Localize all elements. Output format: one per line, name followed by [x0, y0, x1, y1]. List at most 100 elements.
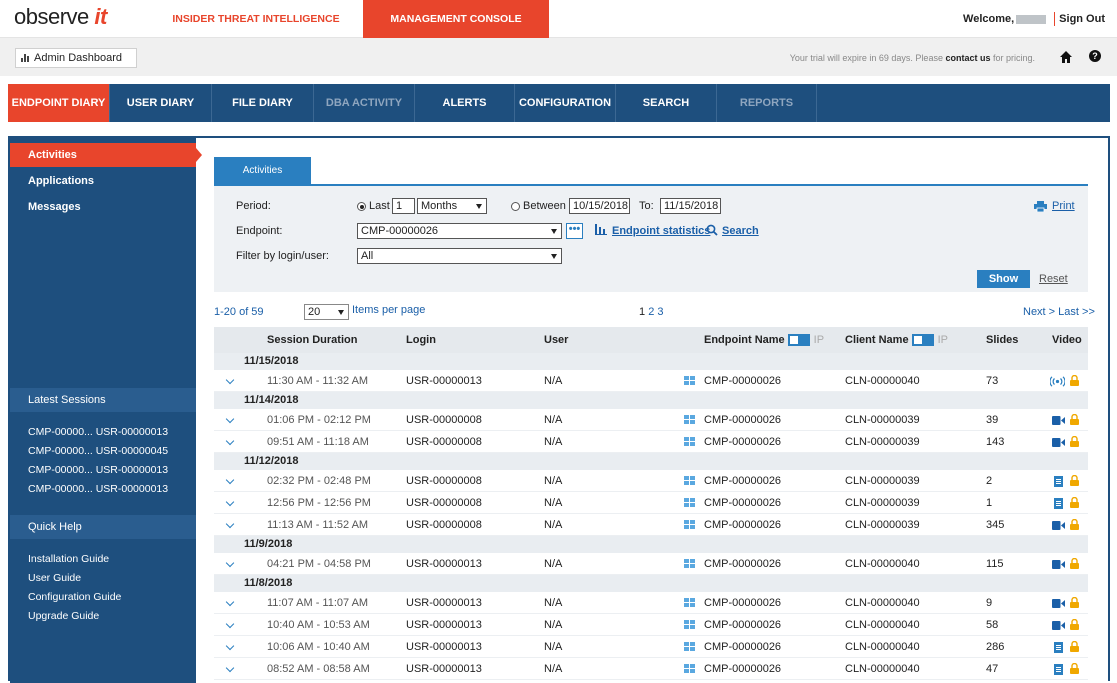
filter-login-select[interactable]: All: [357, 248, 562, 264]
endpoint-cell[interactable]: CMP-00000026: [704, 514, 781, 536]
col-user[interactable]: User: [544, 327, 568, 353]
latest-session-item[interactable]: CMP-00000... USR-00000013: [28, 464, 196, 476]
live-icon[interactable]: [1050, 376, 1065, 387]
endpoint-cell[interactable]: CMP-00000026: [704, 553, 781, 575]
col-session-duration[interactable]: Session Duration: [267, 327, 357, 353]
latest-session-item[interactable]: CMP-00000... USR-00000013: [28, 426, 196, 438]
endpoint-cell[interactable]: CMP-00000026: [704, 492, 781, 514]
table-row[interactable]: 12:56 PM - 12:56 PM USR-00000008 N/A CMP-00…: [214, 492, 1088, 514]
user-guide-link[interactable]: User Guide: [28, 572, 196, 584]
last-count-input[interactable]: 1: [392, 198, 415, 214]
table-row[interactable]: 04:21 PM - 04:58 PM USR-00000013 N/A CMP-00…: [214, 553, 1088, 575]
endpoint-cell[interactable]: CMP-00000026: [704, 658, 781, 680]
sidebar-item-activities[interactable]: Activities: [10, 143, 196, 167]
chevron-down-icon[interactable]: [225, 558, 235, 568]
installation-guide-link[interactable]: Installation Guide: [28, 553, 196, 565]
endpoint-statistics-link[interactable]: Endpoint statistics: [612, 225, 710, 237]
period-unit-select[interactable]: Months: [417, 198, 487, 214]
table-row[interactable]: 10:06 AM - 10:40 AM USR-00000013 N/A CMP-00…: [214, 636, 1088, 658]
last-radio[interactable]: [357, 202, 366, 211]
table-row[interactable]: 01:06 PM - 02:12 PM USR-00000008 N/A CMP-00…: [214, 409, 1088, 431]
logo[interactable]: observe it: [14, 4, 107, 30]
chevron-down-icon[interactable]: [225, 497, 235, 507]
tab-insider-threat[interactable]: INSIDER THREAT INTELLIGENCE: [166, 0, 346, 38]
endpoint-select[interactable]: CMP-00000026: [357, 223, 562, 239]
next-page-link[interactable]: Next >: [1023, 306, 1055, 318]
chevron-down-icon[interactable]: [225, 414, 235, 424]
chevron-down-icon[interactable]: [225, 663, 235, 673]
admin-dashboard-button[interactable]: Admin Dashboard: [15, 48, 137, 68]
reset-link[interactable]: Reset: [1039, 273, 1068, 285]
page-1-link[interactable]: 1: [639, 306, 645, 318]
col-video[interactable]: Video: [1052, 327, 1082, 353]
latest-session-item[interactable]: CMP-00000... USR-00000013: [28, 483, 196, 495]
video-icon[interactable]: [1052, 621, 1065, 630]
table-row[interactable]: 09:51 AM - 11:18 AM USR-00000008 N/A CMP-00…: [214, 431, 1088, 453]
table-row[interactable]: 11:07 AM - 11:07 AM USR-00000013 N/A CMP-00…: [214, 592, 1088, 614]
nav-search[interactable]: SEARCH: [616, 84, 717, 122]
printer-icon[interactable]: [1034, 201, 1047, 212]
sidebar-item-applications[interactable]: Applications: [10, 169, 196, 193]
endpoint-cell[interactable]: CMP-00000026: [704, 470, 781, 492]
endpoint-ip-toggle[interactable]: [787, 334, 810, 347]
table-row[interactable]: 11:30 AM - 11:32 AM USR-00000013 N/A CMP-00…: [214, 370, 1088, 392]
col-slides[interactable]: Slides: [986, 327, 1018, 353]
chevron-down-icon[interactable]: [225, 436, 235, 446]
chevron-down-icon[interactable]: [225, 641, 235, 651]
nav-file-diary[interactable]: FILE DIARY: [212, 84, 314, 122]
page-2-link[interactable]: 2: [648, 306, 654, 318]
endpoint-cell[interactable]: CMP-00000026: [704, 592, 781, 614]
nav-configuration[interactable]: CONFIGURATION: [515, 84, 616, 122]
nav-alerts[interactable]: ALERTS: [415, 84, 515, 122]
last-page-link[interactable]: Last >>: [1058, 306, 1095, 318]
video-icon[interactable]: [1052, 416, 1065, 425]
latest-session-item[interactable]: CMP-00000... USR-00000045: [28, 445, 196, 457]
col-endpoint-name[interactable]: Endpoint Name IP: [704, 327, 824, 353]
col-client-name[interactable]: Client Name IP: [845, 327, 948, 353]
slides-icon[interactable]: [1054, 642, 1063, 653]
chevron-down-icon[interactable]: [225, 375, 235, 385]
sign-out-link[interactable]: Sign Out: [1059, 13, 1105, 25]
items-per-page-select[interactable]: 20: [304, 304, 349, 320]
more-endpoints-button[interactable]: •••: [566, 223, 583, 239]
endpoint-cell[interactable]: CMP-00000026: [704, 431, 781, 453]
table-row[interactable]: 02:32 PM - 02:48 PM USR-00000008 N/A CMP-00…: [214, 470, 1088, 492]
client-ip-toggle[interactable]: [911, 334, 934, 347]
help-icon[interactable]: ?: [1089, 50, 1101, 62]
table-row[interactable]: 11:13 AM - 11:52 AM USR-00000008 N/A CMP-00…: [214, 514, 1088, 536]
between-radio[interactable]: [511, 202, 520, 211]
tab-management-console[interactable]: MANAGEMENT CONSOLE: [363, 0, 549, 38]
contact-us-link[interactable]: contact us: [945, 53, 990, 63]
video-icon[interactable]: [1052, 560, 1065, 569]
slides-icon[interactable]: [1054, 498, 1063, 509]
from-date-input[interactable]: 10/15/2018: [569, 198, 630, 214]
endpoint-cell[interactable]: CMP-00000026: [704, 409, 781, 431]
show-button[interactable]: Show: [977, 270, 1030, 288]
slides-icon[interactable]: [1054, 664, 1063, 675]
to-date-input[interactable]: 11/15/2018: [660, 198, 721, 214]
configuration-guide-link[interactable]: Configuration Guide: [28, 591, 196, 603]
video-icon[interactable]: [1052, 438, 1065, 447]
sidebar-item-messages[interactable]: Messages: [10, 195, 196, 219]
search-link[interactable]: Search: [722, 225, 759, 237]
slides-icon[interactable]: [1054, 476, 1063, 487]
video-icon[interactable]: [1052, 599, 1065, 608]
table-row[interactable]: 08:52 AM - 08:58 AM USR-00000013 N/A CMP-00…: [214, 658, 1088, 680]
nav-endpoint-diary[interactable]: ENDPOINT DIARY: [8, 84, 110, 122]
video-icon[interactable]: [1052, 521, 1065, 530]
chevron-down-icon[interactable]: [225, 475, 235, 485]
col-login[interactable]: Login: [406, 327, 436, 353]
tab-activities[interactable]: Activities: [214, 157, 311, 185]
table-row[interactable]: 10:40 AM - 10:53 AM USR-00000013 N/A CMP-00…: [214, 614, 1088, 636]
upgrade-guide-link[interactable]: Upgrade Guide: [28, 610, 196, 622]
chevron-down-icon[interactable]: [225, 619, 235, 629]
print-link[interactable]: Print: [1052, 200, 1075, 212]
home-icon[interactable]: [1060, 51, 1072, 63]
nav-user-diary[interactable]: USER DIARY: [110, 84, 212, 122]
chevron-down-icon[interactable]: [225, 597, 235, 607]
endpoint-cell[interactable]: CMP-00000026: [704, 614, 781, 636]
chevron-down-icon[interactable]: [225, 519, 235, 529]
endpoint-cell[interactable]: CMP-00000026: [704, 636, 781, 658]
endpoint-cell[interactable]: CMP-00000026: [704, 370, 781, 392]
page-3-link[interactable]: 3: [657, 306, 663, 318]
